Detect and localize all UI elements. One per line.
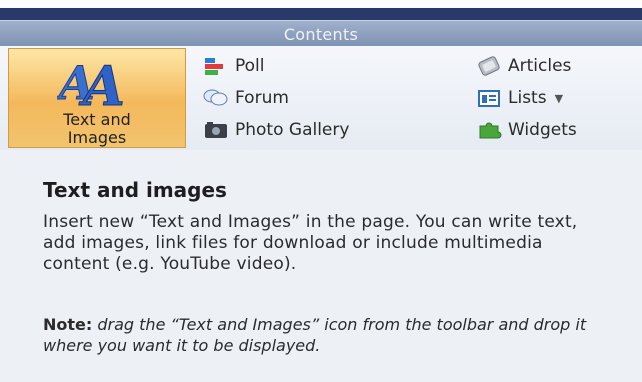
poll-icon xyxy=(203,56,229,76)
text-and-images-button[interactable]: A A Text and Images xyxy=(8,48,186,148)
widgets-button[interactable]: Widgets xyxy=(476,118,577,142)
poll-label: Poll xyxy=(235,56,265,76)
articles-label: Articles xyxy=(508,56,572,76)
text-and-images-label: Text and Images xyxy=(63,110,131,147)
photo-gallery-button[interactable]: Photo Gallery xyxy=(203,118,349,142)
lists-label: Lists xyxy=(508,88,547,108)
widgets-label: Widgets xyxy=(508,120,577,140)
chevron-down-icon[interactable]: ▼ xyxy=(555,92,563,105)
content-toolbar-window: Contents A A Text and Images Poll Forum xyxy=(0,0,642,382)
articles-icon xyxy=(476,56,502,76)
articles-button[interactable]: Articles xyxy=(476,54,571,78)
help-panel: Text and images Insert new “Text and Ima… xyxy=(0,150,642,382)
help-description: Insert new “Text and Images” in the page… xyxy=(43,212,578,274)
forum-label: Forum xyxy=(235,88,289,108)
window-top-bar xyxy=(0,8,642,20)
contents-section-header: Contents xyxy=(0,20,642,46)
help-title: Text and images xyxy=(43,178,227,202)
lists-icon xyxy=(476,88,502,108)
forum-icon xyxy=(203,88,229,108)
help-note: Note: drag the “Text and Images” icon fr… xyxy=(43,314,623,356)
lists-button[interactable]: Lists ▼ xyxy=(476,86,563,110)
note-text: drag the “Text and Images” icon from the… xyxy=(43,315,587,355)
widgets-icon xyxy=(476,120,502,140)
text-and-images-icon: A A xyxy=(57,54,125,112)
contents-ribbon: A A Text and Images Poll Forum Photo Gal… xyxy=(0,46,642,151)
note-label: Note: xyxy=(43,315,93,334)
svg-text:A: A xyxy=(78,54,125,111)
forum-button[interactable]: Forum xyxy=(203,86,289,110)
section-title: Contents xyxy=(283,25,359,44)
poll-button[interactable]: Poll xyxy=(203,54,265,78)
photo-gallery-label: Photo Gallery xyxy=(235,120,350,140)
photo-gallery-icon xyxy=(203,120,229,140)
